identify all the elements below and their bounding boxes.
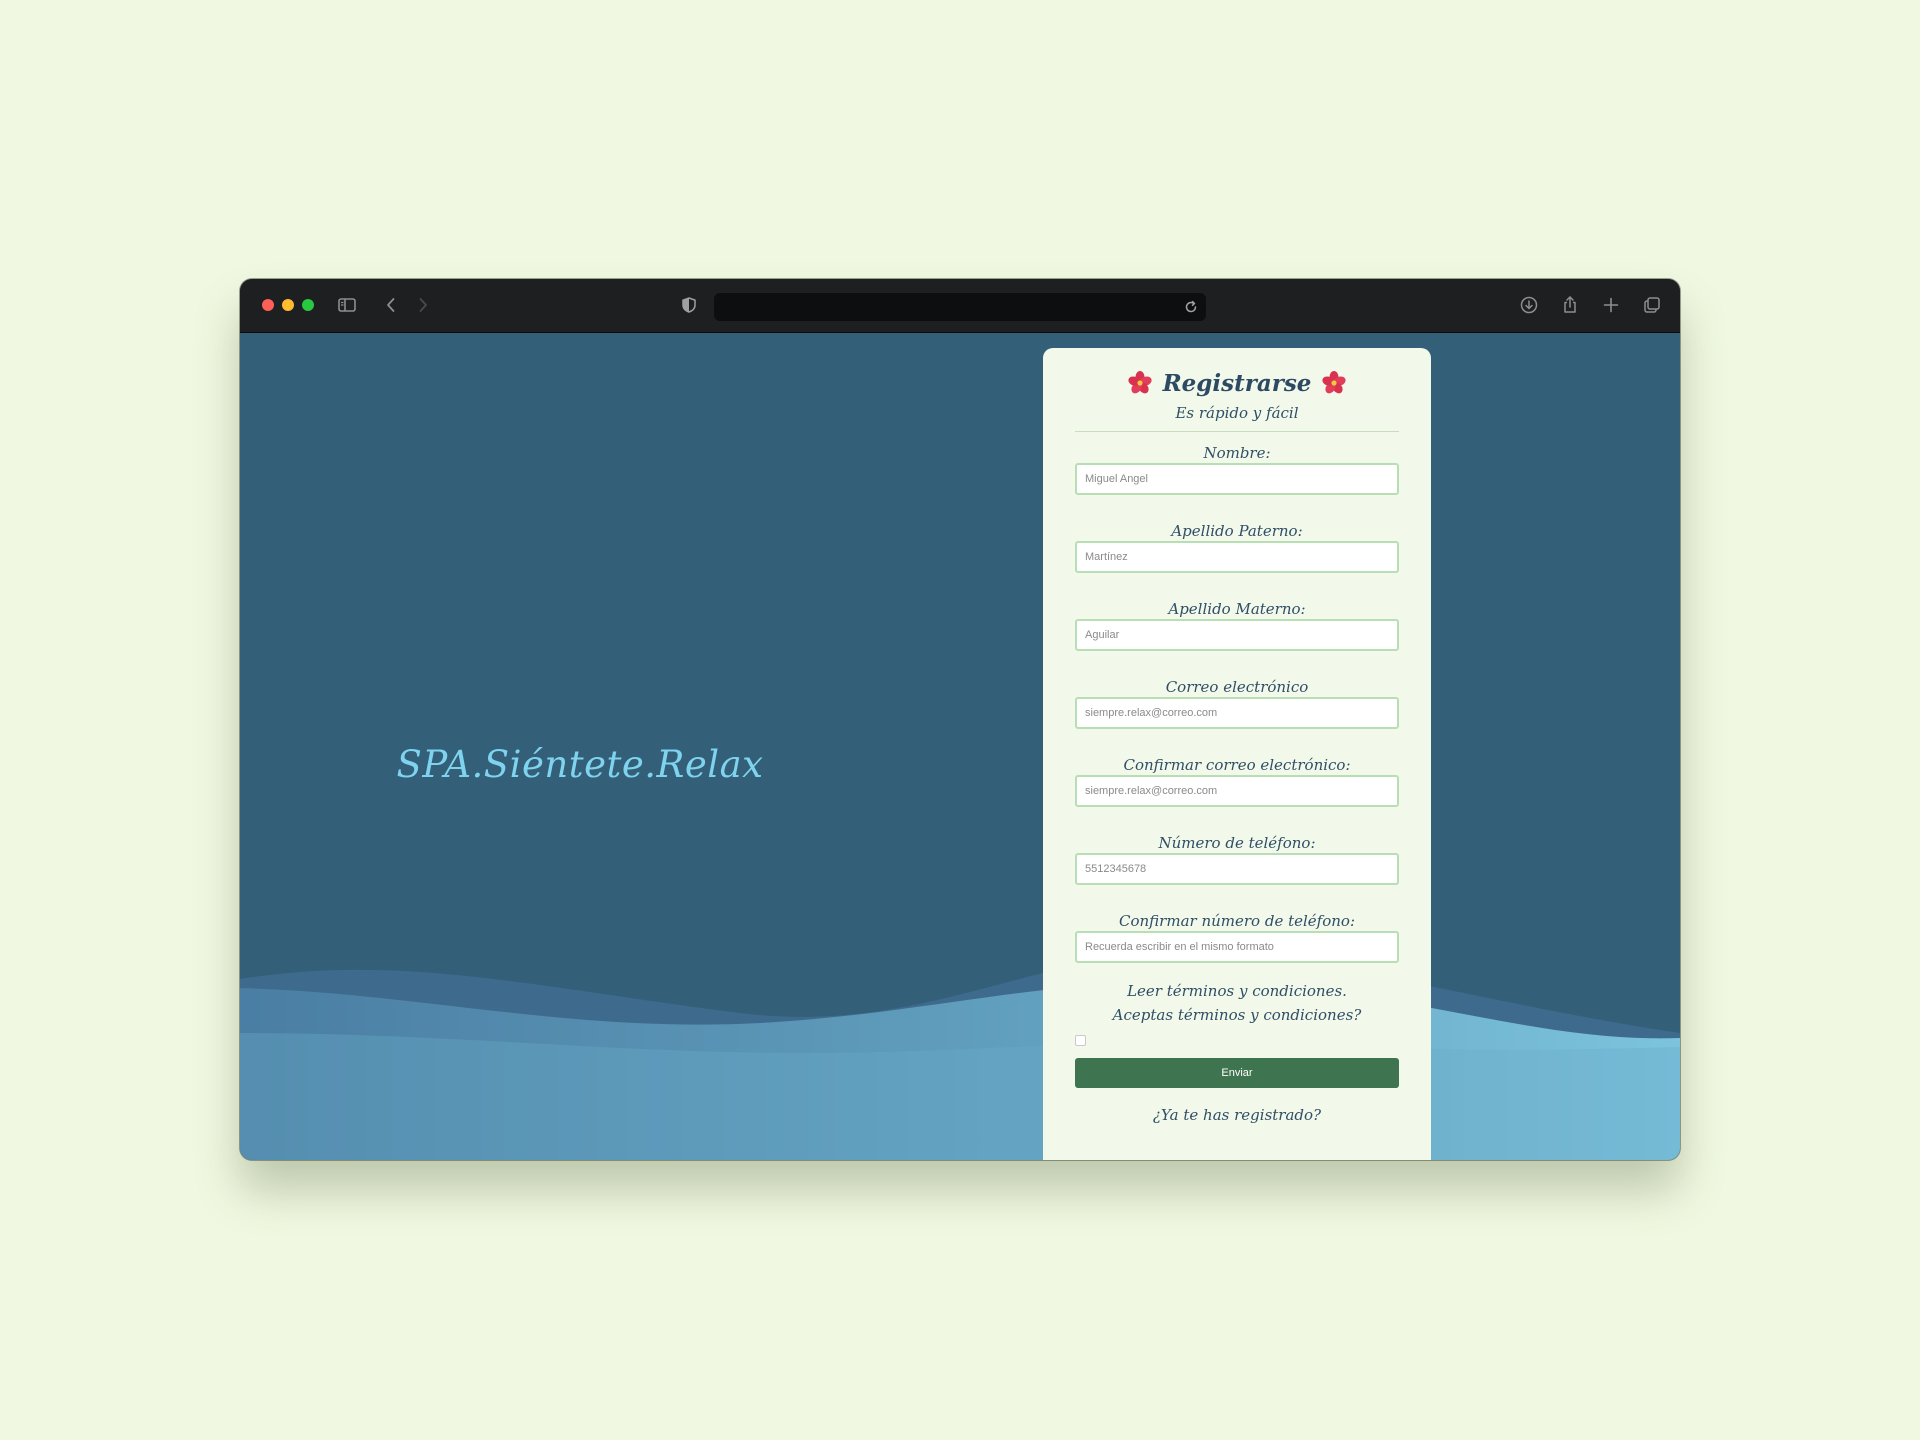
download-icon[interactable]	[1518, 294, 1540, 316]
apellido-materno-input[interactable]	[1075, 619, 1399, 651]
confirm-email-field[interactable]	[1075, 775, 1399, 807]
tabs-overview-icon[interactable]	[1641, 294, 1663, 316]
sidebar-icon[interactable]	[336, 294, 358, 316]
terms-accept-label: Aceptas términos y condiciones?	[1112, 1006, 1362, 1024]
confirmar-telefono-label: Confirmar número de teléfono:	[1119, 912, 1355, 930]
minimize-window-button[interactable]	[282, 299, 294, 311]
nombre-label: Nombre:	[1203, 444, 1271, 462]
chevron-left-icon[interactable]	[380, 294, 402, 316]
apellido-materno-label: Apellido Materno:	[1168, 600, 1306, 618]
telefono-label: Número de teléfono:	[1158, 834, 1316, 852]
page-viewport: SPA.Siéntete.Relax Registrarse Es rápido…	[240, 333, 1680, 1160]
form-subtitle: Es rápido y fácil	[1175, 404, 1299, 422]
nombre-input[interactable]	[1075, 463, 1399, 495]
phone-field[interactable]	[1075, 853, 1399, 885]
form-divider	[1075, 431, 1399, 432]
terms-checkbox[interactable]	[1075, 1035, 1086, 1046]
terms-text: Leer términos y condiciones. Aceptas tér…	[1075, 979, 1399, 1027]
reload-icon[interactable]	[1182, 298, 1200, 316]
submit-button[interactable]: Enviar	[1075, 1058, 1399, 1088]
browser-window: SPA.Siéntete.Relax Registrarse Es rápido…	[240, 279, 1680, 1160]
terms-read-link[interactable]: Leer términos y condiciones.	[1075, 979, 1399, 1003]
hibiscus-icon	[1321, 370, 1347, 396]
browser-toolbar	[240, 279, 1680, 333]
form-title-text: Registrarse	[1162, 369, 1312, 397]
share-icon[interactable]	[1559, 294, 1581, 316]
plus-icon[interactable]	[1600, 294, 1622, 316]
correo-label: Correo electrónico	[1165, 678, 1309, 696]
confirmar-correo-label: Confirmar correo electrónico:	[1123, 756, 1351, 774]
zoom-window-button[interactable]	[302, 299, 314, 311]
terms-checkbox-row	[1075, 1031, 1399, 1049]
hibiscus-icon	[1127, 370, 1153, 396]
registration-card: Registrarse Es rápido y fácil Nombre: Ap…	[1043, 348, 1431, 1160]
apellido-paterno-input[interactable]	[1075, 541, 1399, 573]
email-field[interactable]	[1075, 697, 1399, 729]
shield-icon[interactable]	[678, 294, 700, 316]
confirm-phone-field[interactable]	[1075, 931, 1399, 963]
form-title: Registrarse	[1075, 368, 1399, 398]
address-bar[interactable]	[714, 293, 1206, 321]
chevron-right-icon[interactable]	[412, 294, 434, 316]
brand-title: SPA.Siéntete.Relax	[396, 743, 764, 786]
apellido-paterno-label: Apellido Paterno:	[1171, 522, 1303, 540]
login-link[interactable]: ¿Ya te has registrado?	[1075, 1106, 1399, 1124]
close-window-button[interactable]	[262, 299, 274, 311]
